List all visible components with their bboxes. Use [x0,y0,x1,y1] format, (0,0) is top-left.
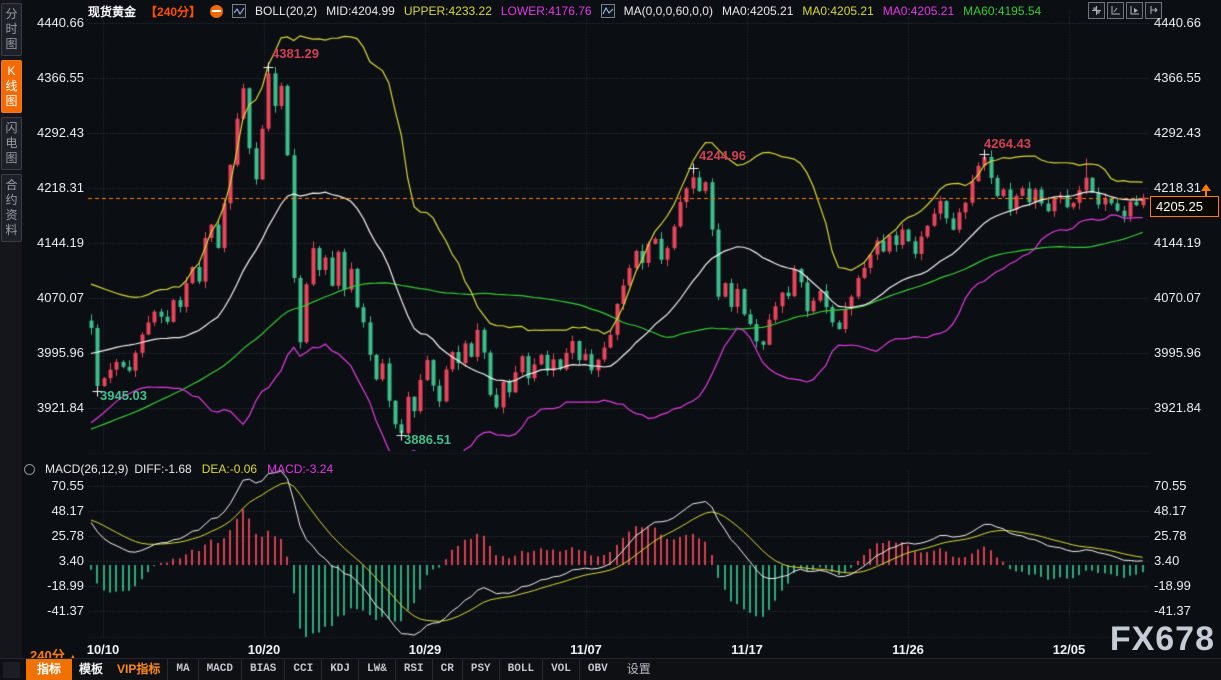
watermark: FX678 [1110,620,1215,659]
date-label: 11/26 [892,642,924,657]
macd-panel-icon[interactable] [24,464,35,475]
price-annotation: 4381.29 [272,46,319,61]
toolbar-tab-1[interactable]: 指标 [26,659,72,680]
sidebar-tab-4[interactable]: 合约资料 [1,174,22,242]
toolbar-tab-4[interactable]: MA [167,659,197,680]
toolbar-tab-15[interactable]: OBV [579,659,616,680]
sidebar-tab-2[interactable]: K线图 [1,60,22,113]
chart-header: 现货黄金 【240分】 BOLL(20,2) MID:4204.99 UPPER… [88,3,1041,19]
axis-scale-left-icon[interactable] [1107,2,1124,19]
price-annotation: 4264.43 [984,136,1031,151]
boll-lower-value: LOWER:4176.76 [501,4,592,18]
chart-type-sidebar: 分时图 K线图闪电图合约资料 [0,0,22,679]
price-annotation: 3945.03 [100,388,147,403]
toolbar-tab-5[interactable]: MACD [198,659,241,680]
axis-play-icon[interactable] [1126,2,1143,19]
ma-value-1: MA0:4205.21 [722,4,793,18]
boll-name: BOLL(20,2) [255,4,317,18]
toolbar-corner-box [3,662,20,678]
macd-header: MACD(26,12,9) DIFF:-1.68 DEA:-0.06 MACD:… [24,462,333,476]
price-axis-label: 4144.19 [1154,235,1218,250]
macd-dea-value: DEA:-0.06 [202,462,257,476]
price-axis-label: 4366.55 [1154,70,1218,85]
boll-upper-value: UPPER:4233.22 [404,4,492,18]
macd-axis-label: -18.99 [1154,578,1218,593]
toolbar-tab-6[interactable]: BIAS [241,659,284,680]
sidebar-tab-3[interactable]: 闪电图 [1,117,22,170]
macd-axis-label: 3.40 [1154,553,1218,568]
indicator-toolbar: 指标模板VIP指标MAMACDBIASCCIKDJLW&RSICRPSYBOLL… [0,658,1221,680]
toolbar-tab-12[interactable]: PSY [462,659,499,680]
macd-axis-label: -41.37 [1154,603,1218,618]
collapse-indicator-icon[interactable] [210,5,223,18]
toolbar-tab-14[interactable]: VOL [542,659,579,680]
date-label: 10/20 [248,642,281,657]
macd-axis-label: 25.78 [1154,528,1218,543]
ma-indicator-icon[interactable] [601,4,615,18]
ma-value-2: MA0:4205.21 [802,4,873,18]
macd-title: MACD(26,12,9) [45,462,128,476]
price-axis-label: 4292.43 [1154,125,1218,140]
last-price-tag: 4205.25 [1150,196,1219,217]
date-label: 12/05 [1053,642,1086,657]
macd-axis-label: 48.17 [1154,503,1218,518]
toolbar-tab-2[interactable]: 模板 [72,659,110,680]
toolbar-tab-9[interactable]: LW& [358,659,395,680]
price-annotation: 3886.51 [404,432,451,447]
symbol-name: 现货黄金 [88,3,136,20]
price-axis-label: 4070.07 [1154,290,1218,305]
sidebar-tab-1[interactable]: 分时图 [1,3,22,56]
chart-tool-buttons [1088,2,1162,19]
toolbar-tab-16[interactable]: 设置 [620,659,658,680]
move-icon[interactable] [1088,2,1105,19]
ma-value-4: MA60:4195.54 [963,4,1041,18]
ma-values: MA0:4205.21 MA0:4205.21 MA0:4205.21 MA60:41… [722,4,1041,18]
boll-indicator-icon[interactable] [232,4,246,18]
toolbar-tab-3[interactable]: VIP指标 [110,659,167,680]
toolbar-tab-10[interactable]: RSI [395,659,432,680]
toolbar-tab-11[interactable]: CR [432,659,462,680]
price-axis-label: 3921.84 [1154,400,1218,415]
price-annotation: 4244.96 [699,148,746,163]
price-arrow-icon [1201,184,1211,191]
toolbar-tab-8[interactable]: KDJ [321,659,358,680]
price-axis-label: 3995.96 [1154,345,1218,360]
date-label: 10/29 [409,642,442,657]
macd-diff-value: DIFF:-1.68 [134,462,191,476]
macd-axis-label: 70.55 [1154,478,1218,493]
toolbar-tab-7[interactable]: CCI [284,659,321,680]
date-label: 11/17 [731,642,763,657]
price-axis-label: 4440.66 [1154,15,1218,30]
ma-name: MA(0,0,0,60,0,0) [624,4,713,18]
toolbar-tab-13[interactable]: BOLL [499,659,542,680]
period-tag: 【240分】 [145,3,201,20]
date-label: 11/07 [570,642,602,657]
ma-value-3: MA0:4205.21 [883,4,954,18]
macd-macd-value: MACD:-3.24 [267,462,333,476]
chart-canvas[interactable] [0,0,1221,679]
boll-mid-value: MID:4204.99 [326,4,395,18]
date-label: 10/10 [87,642,120,657]
